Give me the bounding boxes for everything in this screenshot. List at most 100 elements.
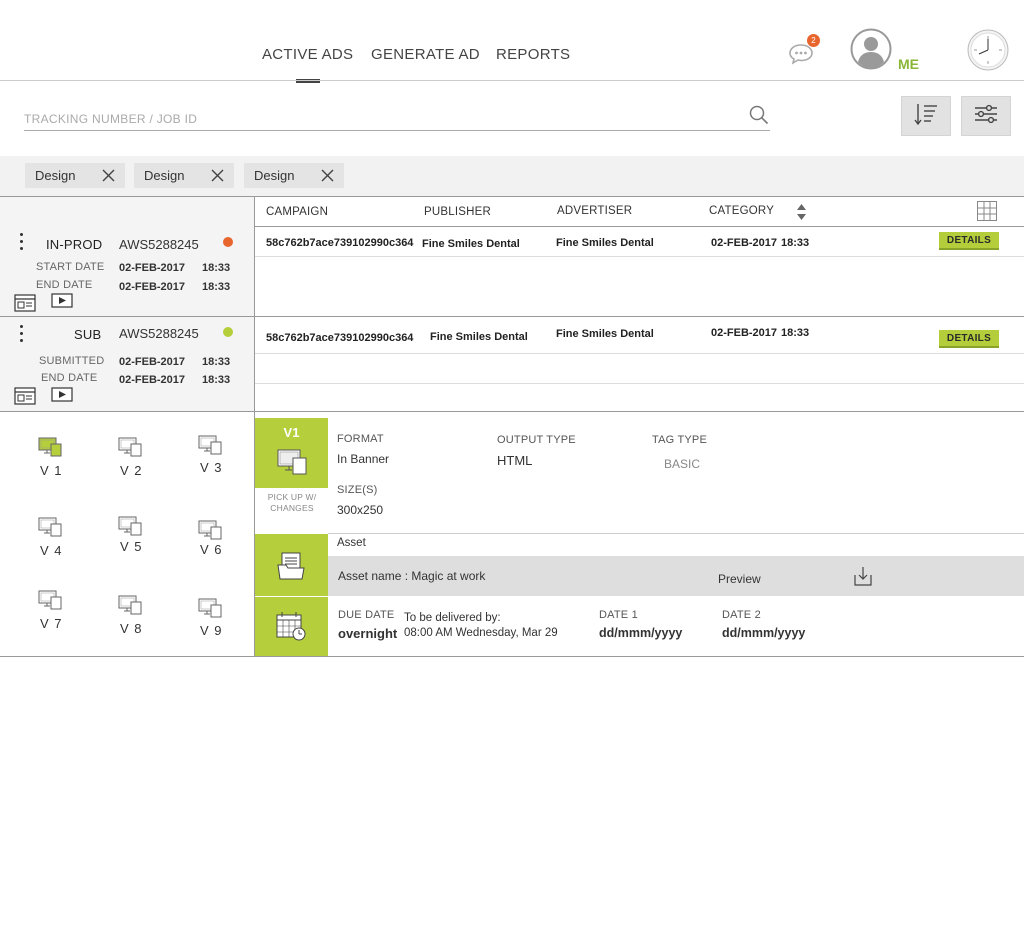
pickup-with-changes-link[interactable]: PICK UP W/ CHANGES bbox=[258, 492, 326, 514]
category-date-cell: 02-FEB-2017 bbox=[711, 237, 778, 249]
row-divider bbox=[255, 353, 1024, 354]
search-icon[interactable] bbox=[749, 105, 769, 125]
filter-settings-button[interactable] bbox=[961, 96, 1011, 136]
version-item-label[interactable]: V 3 bbox=[200, 460, 223, 475]
row-divider bbox=[255, 383, 1024, 384]
table-top-border bbox=[0, 196, 1024, 197]
details-button[interactable]: DETAILS bbox=[939, 232, 999, 250]
table-bottom-border bbox=[0, 656, 1024, 657]
submitted-date-value: 02-FEB-2017 bbox=[119, 356, 186, 368]
device-icon[interactable] bbox=[38, 517, 62, 537]
date2-input[interactable]: dd/mmm/yyyy bbox=[722, 626, 805, 640]
version-item-label[interactable]: V 5 bbox=[120, 539, 143, 554]
header-divider bbox=[255, 226, 1024, 227]
category-date-cell: 02-FEB-2017 bbox=[711, 327, 778, 339]
publisher-cell: Fine Smiles Dental bbox=[422, 238, 520, 250]
start-date-label: START DATE bbox=[36, 261, 105, 273]
end-date-label: END DATE bbox=[36, 279, 93, 291]
filter-chip-label: Design bbox=[35, 168, 76, 183]
tag-type-value[interactable]: BASIC bbox=[664, 457, 700, 471]
row-menu-icon[interactable] bbox=[20, 325, 24, 345]
status-dot bbox=[223, 237, 233, 247]
campaign-cell[interactable]: 58c762b7ace739102990c364 bbox=[266, 237, 413, 249]
version-item-label[interactable]: V 2 bbox=[120, 463, 143, 478]
device-icon[interactable] bbox=[198, 520, 222, 540]
calendar-window-icon[interactable] bbox=[14, 387, 36, 405]
asset-block bbox=[255, 534, 328, 596]
details-button[interactable]: DETAILS bbox=[939, 330, 999, 348]
end-date-label: END DATE bbox=[41, 372, 98, 384]
version-item-label[interactable]: V 7 bbox=[40, 616, 63, 631]
preview-link[interactable]: Preview bbox=[718, 572, 761, 586]
output-type-label: OUTPUT TYPE bbox=[497, 434, 576, 446]
due-date-label: DUE DATE bbox=[338, 609, 395, 621]
device-icon[interactable] bbox=[118, 595, 142, 615]
device-icon[interactable] bbox=[38, 590, 62, 610]
filter-chip[interactable]: Design bbox=[25, 163, 125, 188]
column-header-publisher[interactable]: PUBLISHER bbox=[424, 206, 491, 218]
format-value[interactable]: In Banner bbox=[337, 452, 389, 466]
calendar-clock-icon bbox=[276, 611, 306, 641]
end-date-value: 02-FEB-2017 bbox=[119, 281, 186, 293]
sliders-icon bbox=[973, 103, 999, 130]
column-header-category[interactable]: CATEGORY bbox=[709, 205, 774, 217]
end-date-value: 02-FEB-2017 bbox=[119, 374, 186, 384]
sort-icon bbox=[913, 101, 939, 132]
end-time-value: 18:33 bbox=[202, 374, 231, 384]
device-icon[interactable] bbox=[118, 516, 142, 536]
category-time-cell: 18:33 bbox=[781, 237, 810, 249]
tab-active-ads[interactable]: ACTIVE ADS bbox=[262, 46, 353, 63]
filter-chip-label: Design bbox=[254, 168, 295, 183]
row-divider bbox=[0, 316, 1024, 317]
asset-heading: Asset bbox=[337, 537, 366, 549]
play-video-icon[interactable] bbox=[51, 387, 73, 405]
filter-chip-label: Design bbox=[144, 168, 185, 183]
due-date-value[interactable]: overnight bbox=[338, 626, 397, 641]
row-divider bbox=[255, 256, 1024, 257]
version-item-label[interactable]: V 9 bbox=[200, 623, 223, 638]
size-value[interactable]: 300x250 bbox=[337, 503, 383, 517]
user-avatar-icon[interactable] bbox=[850, 28, 892, 70]
grid-view-icon[interactable] bbox=[977, 201, 997, 221]
close-icon[interactable] bbox=[211, 169, 224, 182]
version-item-label[interactable]: V 6 bbox=[200, 542, 223, 557]
calendar-window-icon[interactable] bbox=[14, 294, 36, 312]
campaign-cell[interactable]: 58c762b7ace739102990c364 bbox=[266, 332, 413, 344]
download-icon[interactable] bbox=[853, 566, 873, 586]
version-item-label[interactable]: V 8 bbox=[120, 621, 143, 636]
device-icon[interactable] bbox=[118, 437, 142, 457]
filter-chip[interactable]: Design bbox=[244, 163, 344, 188]
status-label: SUB bbox=[74, 327, 102, 342]
filter-chip[interactable]: Design bbox=[134, 163, 234, 188]
device-icon[interactable] bbox=[198, 598, 222, 618]
row-menu-icon[interactable] bbox=[20, 233, 24, 253]
date1-input[interactable]: dd/mmm/yyyy bbox=[599, 626, 682, 640]
tab-reports[interactable]: REPORTS bbox=[496, 46, 570, 63]
output-type-value[interactable]: HTML bbox=[497, 453, 532, 468]
tag-type-label: TAG TYPE bbox=[652, 434, 707, 446]
column-header-advertiser[interactable]: ADVERTISER bbox=[557, 205, 632, 217]
job-id[interactable]: AWS5288245 bbox=[119, 237, 199, 252]
version-badge[interactable]: V1 bbox=[255, 418, 328, 488]
device-icon[interactable] bbox=[38, 437, 62, 457]
play-video-icon[interactable] bbox=[51, 293, 73, 311]
user-label[interactable]: ME bbox=[898, 56, 919, 72]
job-id[interactable]: AWS5288245 bbox=[119, 326, 199, 341]
asset-name: Asset name : Magic at work bbox=[338, 569, 486, 583]
clock-icon[interactable] bbox=[967, 29, 1009, 71]
close-icon[interactable] bbox=[102, 169, 115, 182]
submitted-label: SUBMITTED bbox=[39, 355, 105, 367]
close-icon[interactable] bbox=[321, 169, 334, 182]
advertiser-cell: Fine Smiles Dental bbox=[556, 237, 654, 249]
chat-badge: 2 bbox=[807, 34, 820, 47]
column-header-campaign[interactable]: CAMPAIGN bbox=[266, 206, 328, 218]
version-item-label[interactable]: V 4 bbox=[40, 543, 63, 558]
sort-button[interactable] bbox=[901, 96, 951, 136]
sort-arrows-icon[interactable] bbox=[796, 203, 807, 221]
search-input[interactable] bbox=[24, 103, 770, 131]
start-time-value: 18:33 bbox=[202, 262, 231, 274]
tab-generate-ad[interactable]: GENERATE AD bbox=[371, 46, 480, 63]
device-icon bbox=[277, 449, 307, 475]
version-item-label[interactable]: V 1 bbox=[40, 463, 63, 478]
device-icon[interactable] bbox=[198, 435, 222, 455]
